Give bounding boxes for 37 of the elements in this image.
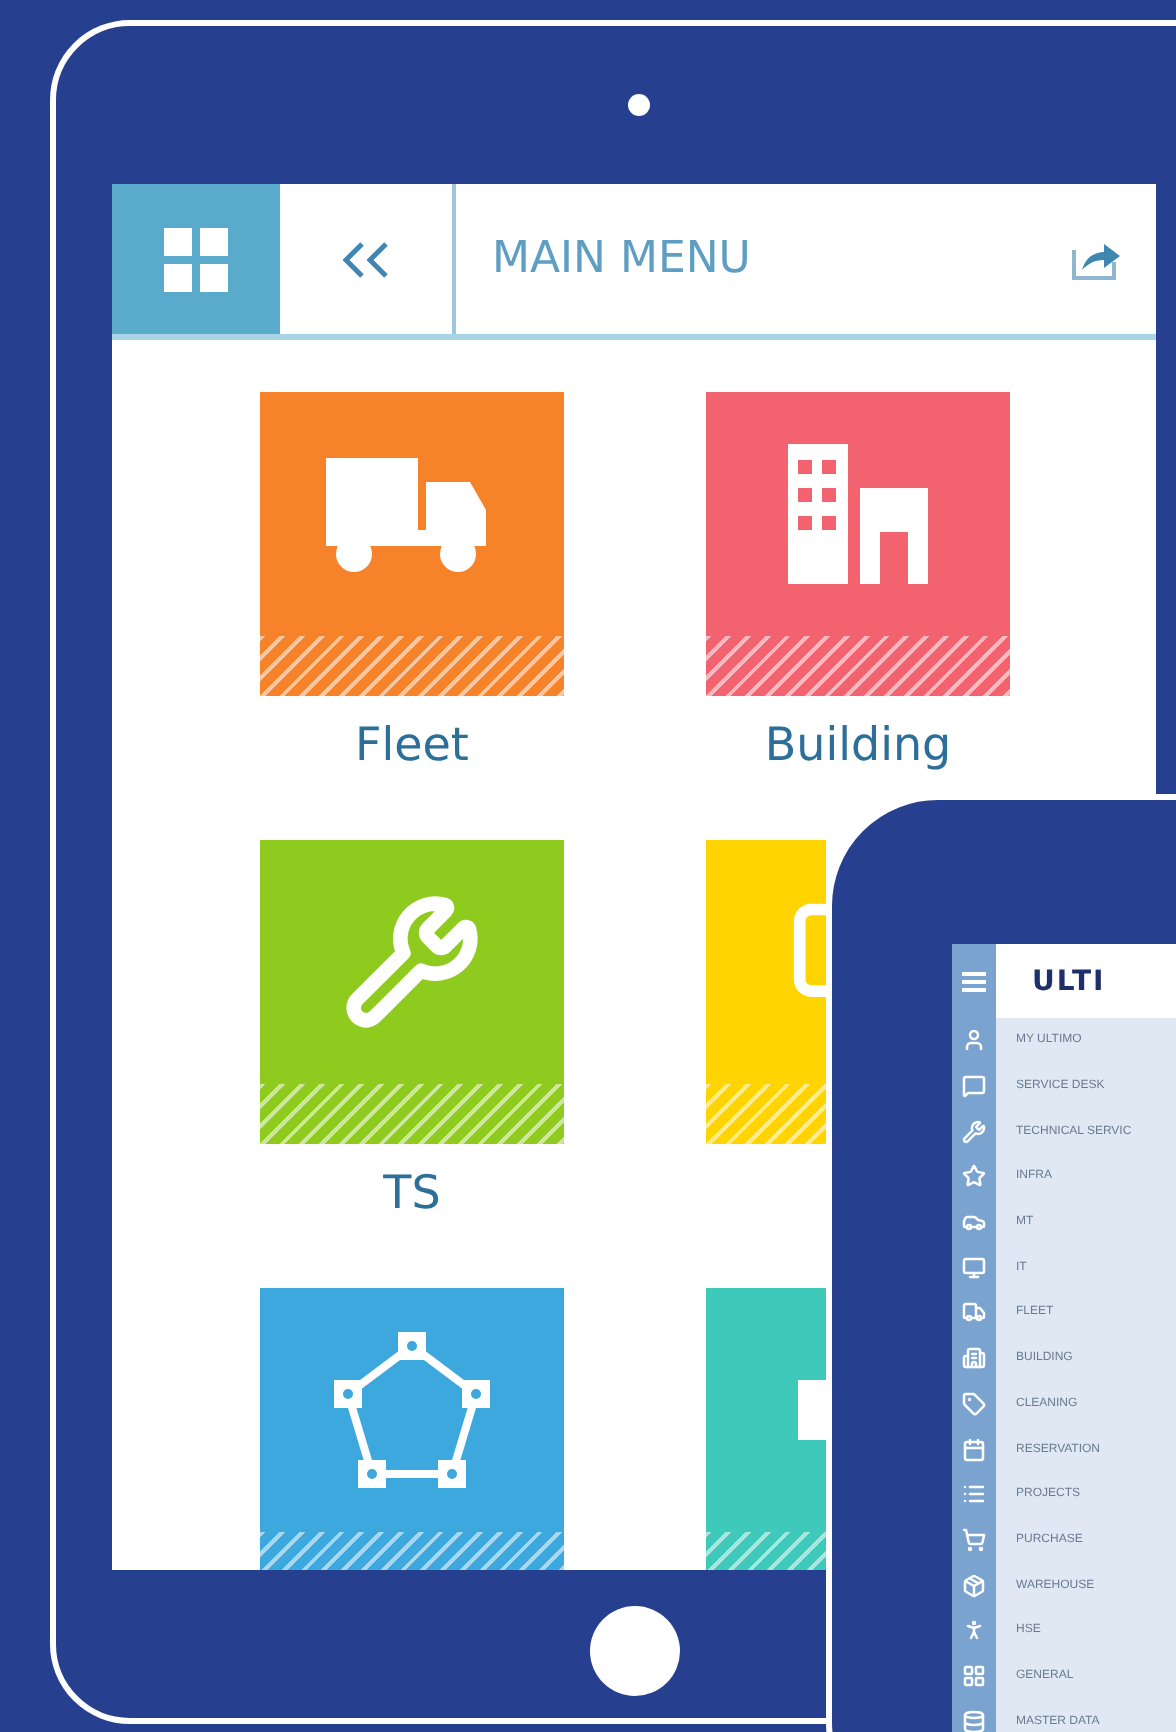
- module-tile[interactable]: [706, 840, 826, 1144]
- star-icon: [962, 1164, 986, 1189]
- tag-icon: [962, 1391, 986, 1416]
- person-icon: [962, 1618, 986, 1643]
- double-chevron-icon: [340, 239, 392, 279]
- tile-label: TS: [383, 1168, 441, 1220]
- module-tile[interactable]: [260, 840, 564, 1144]
- module-tile[interactable]: [706, 392, 1010, 696]
- menu-icon: [962, 971, 986, 991]
- tile-label: Fleet: [355, 720, 469, 772]
- building-icon: [962, 1346, 986, 1371]
- grid-icon: [164, 227, 228, 291]
- wrench-icon: [962, 1119, 986, 1144]
- calendar-icon: [962, 1437, 986, 1462]
- page-title: MAIN MENU: [492, 234, 753, 284]
- chat-icon: [962, 1074, 986, 1099]
- truck-icon: [962, 1300, 986, 1325]
- list-icon: [962, 1482, 986, 1507]
- module-tile[interactable]: [706, 1288, 826, 1570]
- grid-menu-button[interactable]: [112, 184, 280, 334]
- home-button[interactable]: [590, 1606, 680, 1696]
- camera-dot: [628, 94, 650, 116]
- box-icon: [962, 1573, 986, 1598]
- grid-icon: [962, 1663, 986, 1688]
- tile-label: Building: [764, 720, 952, 772]
- logo: ULTI: [996, 944, 1176, 1018]
- cart-icon: [962, 1527, 986, 1552]
- building-icon: [788, 444, 928, 584]
- module-tile[interactable]: [260, 1288, 564, 1570]
- car-icon: [962, 1210, 986, 1235]
- database-icon: [962, 1709, 986, 1732]
- user-icon: [962, 1028, 986, 1053]
- module-tile[interactable]: [260, 392, 564, 696]
- hatched-band: [706, 1084, 826, 1144]
- wrench-icon: [342, 892, 482, 1032]
- polygon-nodes-icon: [328, 1330, 496, 1490]
- monitor-icon: [962, 1255, 986, 1280]
